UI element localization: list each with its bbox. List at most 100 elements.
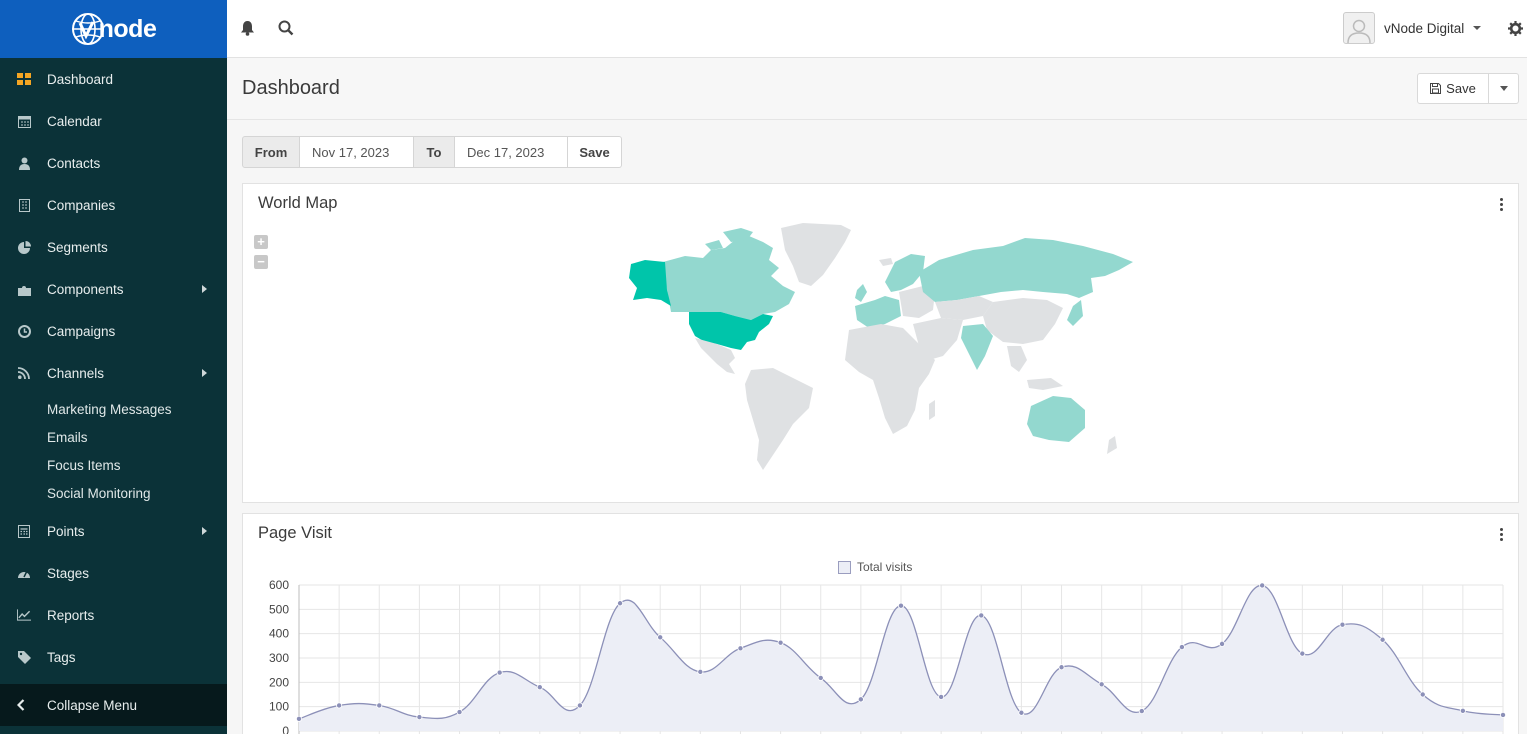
dashboard-icon — [17, 566, 31, 580]
chevron-down-icon — [1473, 26, 1482, 30]
y-tick-label: 200 — [269, 675, 289, 689]
logo[interactable]: node — [71, 12, 157, 46]
world-map — [629, 223, 1133, 470]
map-south-america[interactable] — [745, 368, 813, 470]
from-date-input[interactable]: Nov 17, 2023 — [300, 136, 414, 168]
map-se-asia[interactable] — [1007, 346, 1063, 390]
search-icon[interactable] — [277, 19, 295, 37]
to-date-input[interactable]: Dec 17, 2023 — [455, 136, 568, 168]
gear-icon[interactable] — [1506, 19, 1524, 37]
chevron-down-icon — [1499, 86, 1508, 91]
submenu-item-label: Social Monitoring — [47, 485, 151, 501]
save-button[interactable]: Save — [1417, 73, 1489, 104]
sidebar-item-label: Components — [47, 281, 124, 297]
sidebar-item-stages[interactable]: Stages — [0, 552, 227, 594]
sidebar-item-components[interactable]: Components — [0, 268, 227, 310]
data-point — [857, 696, 864, 703]
data-point — [536, 684, 543, 691]
date-range-filter: From Nov 17, 2023 To Dec 17, 2023 Save — [242, 136, 622, 168]
grid-icon — [17, 72, 31, 86]
zoom-out-button[interactable]: − — [254, 255, 268, 269]
map-india[interactable] — [961, 324, 993, 370]
calendar-icon — [17, 114, 31, 128]
data-point — [1459, 707, 1466, 714]
bell-icon[interactable] — [238, 19, 256, 37]
data-point — [576, 702, 583, 709]
data-point — [1098, 681, 1105, 688]
data-point — [817, 674, 824, 681]
submenu-item-label: Focus Items — [47, 457, 121, 473]
user-menu[interactable]: vNode Digital — [1343, 12, 1482, 44]
map-uk[interactable] — [855, 284, 867, 302]
data-point — [1339, 621, 1346, 628]
page-header: Dashboard Save — [227, 58, 1527, 120]
data-point — [416, 714, 423, 721]
sidebar-item-reports[interactable]: Reports — [0, 594, 227, 636]
map-alaska[interactable] — [629, 260, 671, 306]
chevron-right-icon — [202, 285, 207, 293]
map-iceland[interactable] — [879, 258, 893, 266]
data-point — [898, 602, 905, 609]
sidebar-item-contacts[interactable]: Contacts — [0, 142, 227, 184]
user-name: vNode Digital — [1384, 20, 1465, 36]
page-visit-chart: 0 100 200 300 400 500 600 — [269, 578, 1507, 734]
map-canada[interactable] — [663, 236, 795, 320]
chevron-right-icon — [202, 369, 207, 377]
map-china[interactable] — [983, 298, 1063, 344]
sidebar-item-label: Contacts — [47, 155, 101, 171]
logo-bar: node — [0, 0, 227, 58]
sidebar-item-tags[interactable]: Tags — [0, 636, 227, 678]
save-options-dropdown[interactable] — [1489, 73, 1519, 104]
sidebar-item-segments[interactable]: Segments — [0, 226, 227, 268]
submenu-item-focus-items[interactable]: Focus Items — [0, 451, 227, 479]
map-madagascar[interactable] — [929, 400, 935, 420]
submenu-item-emails[interactable]: Emails — [0, 423, 227, 451]
sidebar-item-label: Dashboard — [47, 71, 114, 87]
submenu-item-marketing-messages[interactable]: Marketing Messages — [0, 395, 227, 423]
data-point — [1178, 644, 1185, 651]
data-point — [1379, 636, 1386, 643]
data-point — [336, 702, 343, 709]
y-tick-label: 600 — [269, 578, 289, 592]
sidebar-item-points[interactable]: Points — [0, 510, 227, 552]
sidebar-item-dashboard[interactable]: Dashboard — [0, 58, 227, 100]
save-button-group: Save — [1417, 73, 1519, 104]
data-point — [1500, 711, 1507, 718]
sidebar-item-companies[interactable]: Companies — [0, 184, 227, 226]
data-point — [1018, 709, 1025, 716]
sidebar-item-channels[interactable]: Channels — [0, 352, 227, 394]
map-greenland[interactable] — [781, 223, 851, 286]
user-icon — [17, 156, 31, 170]
sidebar-item-label: Channels — [47, 365, 105, 381]
more-options-icon[interactable] — [1500, 198, 1504, 211]
zoom-in-button[interactable]: + — [254, 235, 268, 249]
map-japan[interactable] — [1067, 300, 1083, 326]
date-filter-save-button[interactable]: Save — [568, 136, 622, 168]
sidebar-item-calendar[interactable]: Calendar — [0, 100, 227, 142]
map-russia[interactable] — [919, 238, 1133, 302]
data-point — [1299, 650, 1306, 657]
rss-icon — [17, 366, 31, 380]
sidebar-nav: Dashboard Calendar Contacts Companies Se… — [0, 58, 227, 394]
sidebar-item-campaigns[interactable]: Campaigns — [0, 310, 227, 352]
sidebar-item-label: Companies — [47, 197, 116, 213]
data-point — [1219, 640, 1226, 647]
logo-text: node — [98, 14, 157, 43]
data-point — [657, 634, 664, 641]
map-australia[interactable] — [1027, 396, 1085, 442]
sidebar-nav-lower: Points Stages Reports Tags — [0, 510, 227, 678]
page-title: Dashboard — [242, 77, 340, 99]
map-new-zealand[interactable] — [1107, 436, 1117, 454]
data-point — [1419, 691, 1426, 698]
collapse-menu-label: Collapse Menu — [47, 697, 138, 713]
y-tick-label: 300 — [269, 651, 289, 665]
data-point — [978, 612, 985, 619]
sidebar: node Dashboard Calendar Contacts Compani… — [0, 0, 227, 734]
data-point — [1138, 708, 1145, 715]
submenu-item-social-monitoring[interactable]: Social Monitoring — [0, 479, 227, 507]
chevron-right-icon — [202, 527, 207, 535]
chevron-left-icon — [16, 698, 31, 712]
map-western-europe[interactable] — [855, 296, 901, 328]
world-map-panel: World Map + − — [242, 183, 1519, 503]
collapse-menu-button[interactable]: Collapse Menu — [0, 684, 227, 726]
